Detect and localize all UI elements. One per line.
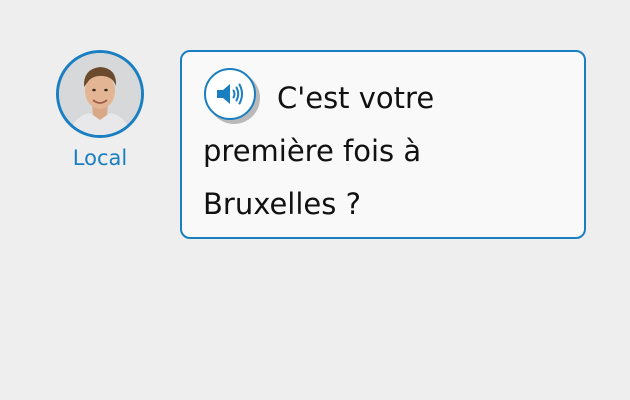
avatar-image <box>56 50 144 138</box>
message-text: C'est votre première fois à Bruxelles ? <box>203 81 435 221</box>
speech-bubble: C'est votre première fois à Bruxelles ? <box>180 50 586 239</box>
avatar <box>56 50 144 138</box>
speaker-name: Local <box>72 146 128 170</box>
person-icon <box>59 53 141 135</box>
